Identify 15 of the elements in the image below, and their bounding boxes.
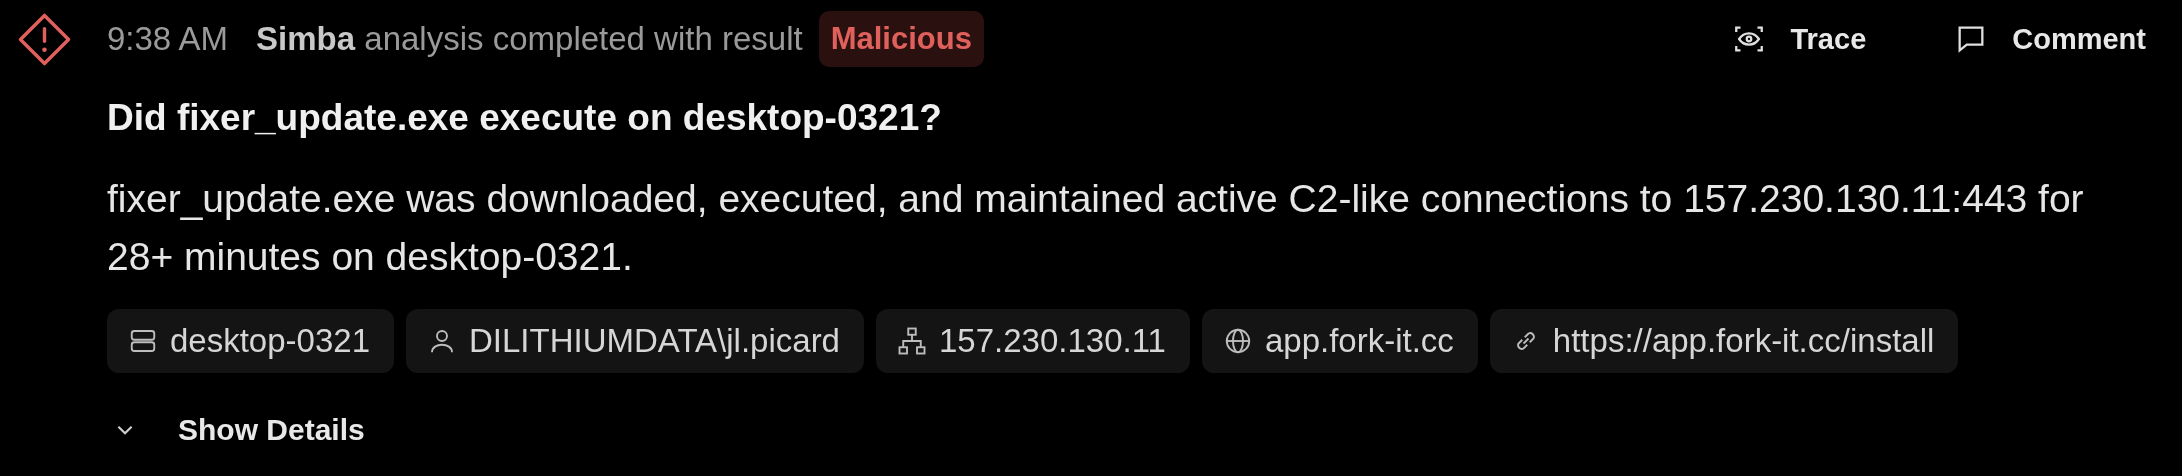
comment-button[interactable]: Comment [1954, 22, 2146, 56]
entity-chip[interactable]: DILITHIUMDATA\jl.picard [406, 309, 864, 373]
question-title: Did fixer_update.exe execute on desktop-0321? [107, 98, 943, 138]
show-details-toggle[interactable]: Show Details [107, 410, 365, 450]
event-time: 9:38 AM [107, 20, 229, 58]
network-icon [897, 326, 927, 356]
entity-chip[interactable]: 157.230.130.11 [876, 309, 1190, 373]
result-badge: Malicious [818, 11, 984, 67]
trace-button[interactable]: Trace [1732, 22, 1867, 56]
entity-chip[interactable]: desktop-0321 [107, 309, 394, 373]
entity-chip[interactable]: https://app.fork-it.cc/install [1489, 309, 1959, 373]
event-message: Simba analysis completed with result [256, 20, 803, 58]
answer-text: fixer_update.exe was downloaded, executed, and maintained active C2-like connections to 157.230.130.11:443 for 28+ minutes on desktop-0321. [107, 176, 2085, 280]
entity-chip[interactable]: app.fork-it.cc [1201, 309, 1478, 373]
warning-icon [17, 12, 72, 67]
